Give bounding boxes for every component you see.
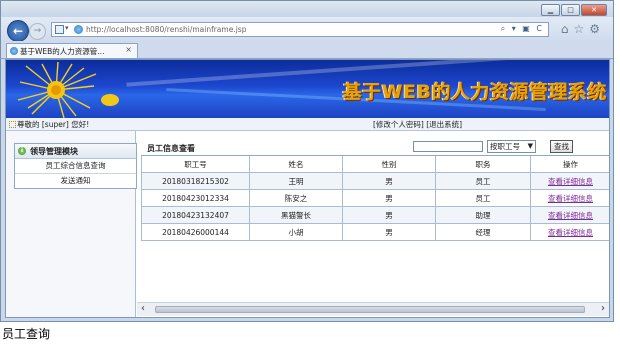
sidebar-item-employee-query[interactable]: 员工综合信息查询 (15, 159, 136, 174)
sidebar: i 领导管理模块 员工综合信息查询 发送通知 (6, 131, 137, 317)
cell-id: 20180423132407 (141, 206, 250, 224)
tab-close-icon[interactable]: × (125, 45, 132, 54)
cell-gender: 男 (342, 172, 436, 190)
column-header-action: 操作 (530, 156, 609, 173)
cell-gender: 男 (342, 206, 436, 224)
table-row: 20180423012334 陈安之 男 员工 查看详细信息 (141, 189, 609, 207)
user-icon (9, 121, 16, 128)
table-header-row: 职工号 姓名 性别 职务 操作 (141, 156, 609, 173)
cell-name: 黑猫警长 (249, 206, 343, 224)
page-viewport: 基于WEB的人力资源管理系统 尊敬的 [super] 您好! [修改个人密码] … (5, 59, 610, 318)
view-details-link[interactable]: 查看详细信息 (548, 228, 593, 237)
cell-action: 查看详细信息 (530, 189, 609, 207)
browser-navbar: ← → ▾ http://localhost:8080/renshi/mainf… (1, 17, 613, 42)
cell-action: 查看详细信息 (530, 172, 609, 190)
system-title: 基于WEB的人力资源管理系统 (342, 81, 607, 103)
cell-id: 20180426000144 (141, 223, 250, 241)
scroll-left-icon[interactable]: ‹ (141, 303, 145, 314)
cell-position: 员工 (435, 189, 531, 207)
column-header-position: 职务 (435, 156, 531, 173)
star-icon[interactable]: ☆ (573, 22, 589, 36)
address-bar[interactable]: ▾ http://localhost:8080/renshi/mainframe… (51, 22, 549, 37)
main-content: 员工信息查看 按职工号 ▼ 查找 职工号 姓名 性别 职务 操作 2018031… (137, 131, 609, 317)
browser-toolbar-icons: ⌂☆⚙ (561, 22, 605, 36)
cell-action: 查看详细信息 (530, 223, 609, 241)
info-icon: i (18, 147, 26, 155)
compatibility-icon[interactable] (55, 25, 64, 34)
column-header-name: 姓名 (249, 156, 343, 173)
page-globe-icon (74, 25, 83, 34)
tab-favicon-icon (10, 47, 18, 55)
browser-window: ▁ □ ✕ ← → ▾ http://localhost:8080/renshi… (0, 0, 614, 322)
cell-action: 查看详细信息 (530, 206, 609, 224)
cell-id: 20180318215302 (141, 172, 250, 190)
window-controls: ▁ □ ✕ (541, 4, 607, 16)
cell-name: 王明 (249, 172, 343, 190)
table-row: 20180318215302 王明 男 员工 查看详细信息 (141, 172, 609, 190)
back-arrow-icon[interactable]: ← (7, 20, 29, 42)
site-banner: 基于WEB的人力资源管理系统 (6, 60, 609, 118)
url-text[interactable]: http://localhost:8080/renshi/mainframe.j… (86, 25, 246, 34)
cell-position: 助理 (435, 206, 531, 224)
table-row: 20180426000144 小胡 男 经理 查看详细信息 (141, 223, 609, 241)
cell-position: 经理 (435, 223, 531, 241)
sidebar-module-header[interactable]: i 领导管理模块 (15, 144, 136, 159)
search-input[interactable] (413, 141, 483, 152)
forward-arrow-icon[interactable]: → (29, 23, 46, 40)
scroll-right-icon[interactable]: › (601, 303, 605, 314)
tab-bar: 基于WEB的人力资源管... × (1, 41, 613, 59)
maximize-button[interactable]: □ (561, 4, 580, 16)
horizontal-scrollbar[interactable]: ‹ › (137, 302, 609, 316)
select-value: 按职工号 (490, 142, 520, 151)
panel-header: 员工信息查看 按职工号 ▼ 查找 (141, 140, 609, 156)
column-header-id: 职工号 (141, 156, 250, 173)
chevron-down-icon[interactable]: ▾ (65, 24, 69, 32)
welcome-text: 尊敬的 [super] 您好! (17, 120, 90, 129)
figure-caption: 员工查询 (2, 327, 51, 341)
close-window-button[interactable]: ✕ (581, 4, 607, 16)
tab-label: 基于WEB的人力资源管... (20, 47, 105, 56)
window-titlebar: ▁ □ ✕ (1, 1, 613, 17)
panel-title: 员工信息查看 (147, 144, 195, 153)
sidebar-item-send-notice[interactable]: 发送通知 (15, 174, 136, 188)
sidebar-module-title: 领导管理模块 (30, 147, 78, 156)
account-links[interactable]: [修改个人密码] [退出系统] (373, 119, 462, 130)
cell-name: 陈安之 (249, 189, 343, 207)
view-details-link[interactable]: 查看详细信息 (548, 177, 593, 186)
employee-table: 职工号 姓名 性别 职务 操作 20180318215302 王明 男 员工 查… (141, 156, 609, 241)
minimize-button[interactable]: ▁ (541, 4, 560, 16)
chevron-down-icon: ▼ (527, 142, 533, 150)
view-details-link[interactable]: 查看详细信息 (548, 194, 593, 203)
table-row: 20180423132407 黑猫警长 男 助理 查看详细信息 (141, 206, 609, 224)
cell-gender: 男 (342, 223, 436, 241)
sidebar-module: i 领导管理模块 员工综合信息查询 发送通知 (14, 143, 137, 189)
address-tools[interactable]: ⌕ ▾ ▣ C (501, 24, 544, 34)
cell-position: 员工 (435, 172, 531, 190)
home-icon[interactable]: ⌂ (561, 22, 574, 36)
search-button[interactable]: 查找 (550, 140, 573, 153)
gear-icon[interactable]: ⚙ (589, 22, 605, 36)
search-field-select[interactable]: 按职工号 ▼ (487, 140, 536, 153)
browser-tab[interactable]: 基于WEB的人力资源管... × (6, 43, 138, 58)
dandelion-icon (17, 61, 119, 118)
scrollbar-thumb[interactable] (155, 306, 585, 313)
view-details-link[interactable]: 查看详细信息 (548, 211, 593, 220)
welcome-bar: 尊敬的 [super] 您好! [修改个人密码] [退出系统] (6, 118, 609, 131)
column-header-gender: 性别 (342, 156, 436, 173)
cell-id: 20180423012334 (141, 189, 250, 207)
cell-name: 小胡 (249, 223, 343, 241)
cell-gender: 男 (342, 189, 436, 207)
